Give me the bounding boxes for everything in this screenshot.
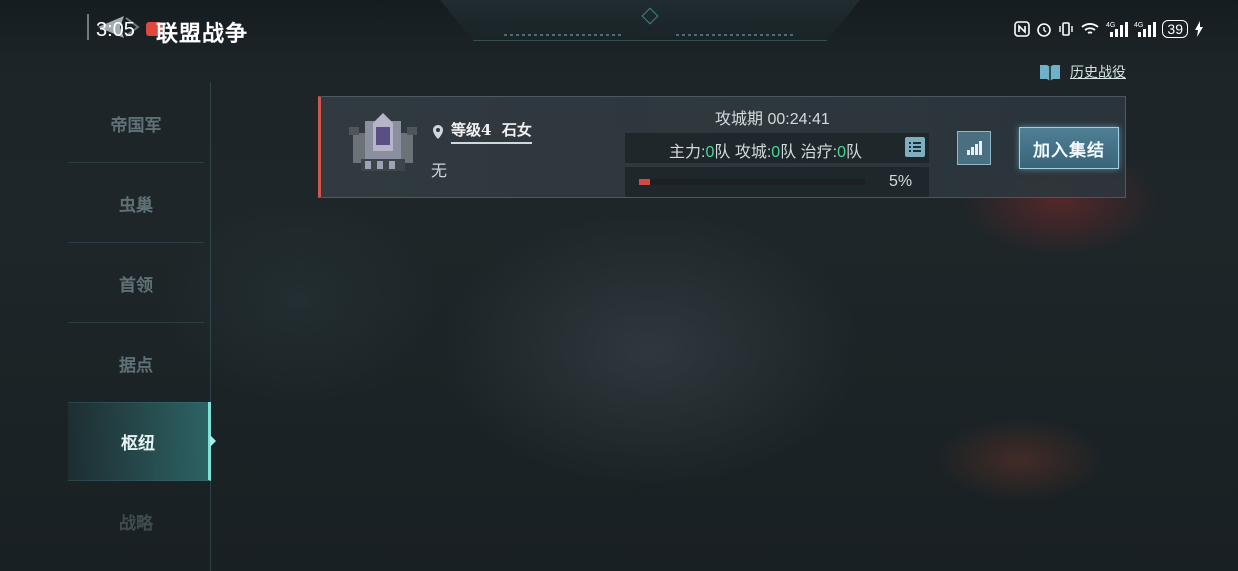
sidebar-item-label: 首领: [119, 275, 153, 296]
phase-timer: 攻城期 00:24:41: [715, 105, 830, 129]
mech-unit-icon: [349, 113, 417, 171]
team-counts-text: 主力:0队 攻城:0队 治疗:0队: [669, 138, 862, 162]
nfc-icon: [1014, 21, 1031, 37]
svg-text:4G: 4G: [1106, 22, 1115, 29]
signal-4g-icon: 4G: [1106, 22, 1129, 37]
book-icon: [1040, 65, 1060, 81]
page-title: 联盟战争: [156, 21, 249, 47]
progress-track: [639, 179, 865, 185]
status-icons: 4G 4G 39: [1014, 20, 1204, 38]
top-decoration: [440, 0, 860, 41]
decor-line: [676, 34, 796, 36]
join-rally-button[interactable]: 加入集结: [1019, 127, 1119, 169]
decor-line: [504, 34, 624, 36]
wifi-icon: [1081, 23, 1100, 34]
rally-progress: 5%: [625, 167, 929, 197]
sidebar-item-label: 虫巢: [119, 195, 153, 216]
sidebar-item-label: 枢纽: [121, 433, 155, 454]
history-battles-link[interactable]: 历史战役: [1038, 62, 1126, 82]
progress-percent: 5%: [889, 173, 913, 190]
main-force-unit: 队: [714, 144, 731, 161]
status-time: 3:05: [96, 19, 135, 41]
sidebar-item-label: 帝国军: [110, 115, 162, 136]
level-label: 等级4: [451, 121, 492, 139]
signal-4g-icon: 4G: [1134, 22, 1157, 37]
charging-icon: [1195, 21, 1203, 37]
bar-chart-icon: [967, 141, 982, 155]
vibrate-icon: [1059, 22, 1074, 36]
siege-label: 攻城:: [734, 144, 772, 161]
heal-label: 治疗:: [800, 144, 838, 161]
decor-diamond-icon: [641, 7, 659, 25]
sidebar-item-label: 据点: [119, 355, 153, 376]
battle-card[interactable]: 等级4 石女 无 攻城期 00:24:41 主力:0队 攻城:0队 治疗:0队 …: [318, 96, 1126, 198]
sidebar-item-boss[interactable]: 首领: [68, 244, 204, 323]
stats-button[interactable]: [957, 131, 991, 165]
target-name: 石女: [501, 121, 532, 139]
main-force-label: 主力:: [669, 144, 706, 161]
sidebar-item-stronghold[interactable]: 据点: [68, 324, 204, 403]
location-pin-icon: [433, 124, 443, 139]
sidebar-item-strategy[interactable]: 战略: [68, 482, 204, 560]
target-level-name[interactable]: 等级4 石女: [451, 119, 532, 144]
history-label: 历史战役: [1070, 64, 1126, 80]
active-indicator-icon: [210, 435, 216, 447]
svg-text:4G: 4G: [1134, 22, 1143, 29]
owner-label: 无: [431, 163, 448, 180]
sidebar: 帝国军 虫巢 首领 据点 枢纽 战略: [68, 82, 216, 571]
battery-level: 39: [1162, 20, 1188, 38]
team-counts: 主力:0队 攻城:0队 治疗:0队: [625, 133, 929, 163]
alarm-icon: [1037, 23, 1052, 37]
heal-unit: 队: [846, 144, 863, 161]
sidebar-item-label: 战略: [119, 513, 153, 534]
siege-count: 0: [771, 144, 781, 161]
team-list-button[interactable]: [905, 137, 925, 157]
sidebar-item-hive[interactable]: 虫巢: [68, 164, 204, 243]
sidebar-item-empire[interactable]: 帝国军: [68, 84, 204, 163]
heal-count: 0: [837, 144, 847, 161]
list-icon: [909, 142, 921, 152]
sidebar-item-hub[interactable]: 枢纽: [68, 402, 216, 481]
progress-fill: [639, 179, 651, 185]
phase-label: 攻城期: [715, 111, 764, 128]
countdown-timer: 00:24:41: [767, 111, 830, 128]
target-location[interactable]: 等级4 石女: [431, 119, 532, 144]
siege-unit: 队: [780, 144, 797, 161]
